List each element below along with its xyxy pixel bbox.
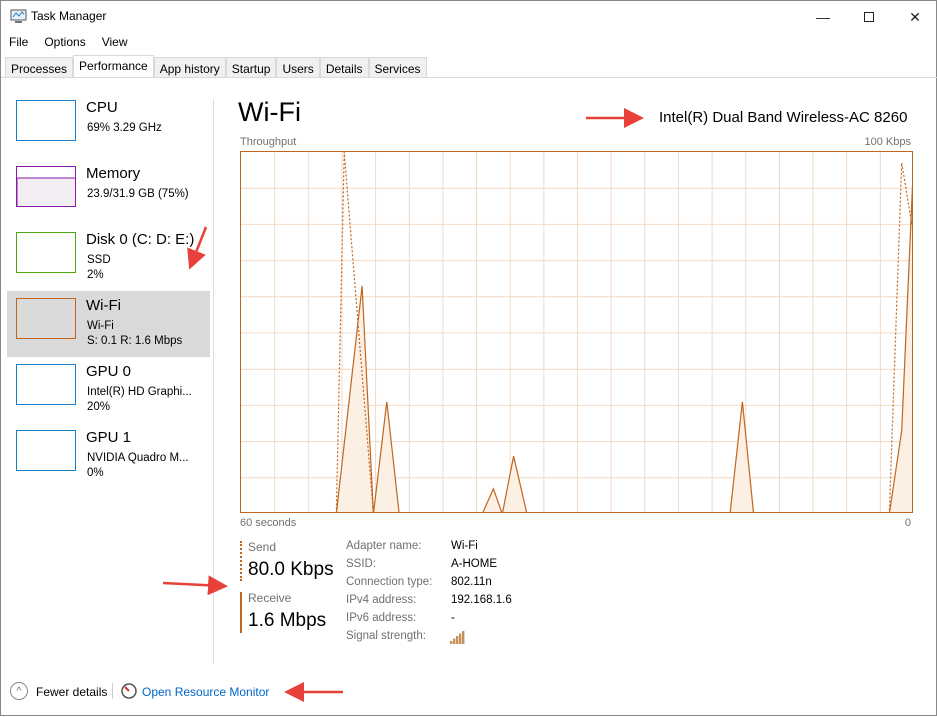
minimize-icon: — (816, 9, 830, 25)
minimize-button[interactable]: — (800, 1, 846, 33)
sidebar-item-name: Wi-Fi (86, 297, 121, 314)
sidebar-item-name: CPU (86, 99, 118, 116)
tab-performance[interactable]: Performance (73, 55, 154, 78)
menu-view[interactable]: View (94, 33, 136, 51)
receive-value: 1.6 Mbps (248, 610, 327, 631)
sidebar-item-detail: 0% (87, 467, 104, 479)
sidebar-item-name: GPU 1 (86, 429, 132, 446)
divider (1, 77, 937, 78)
divider (112, 683, 113, 699)
mini-graph (16, 166, 78, 209)
detail-value: 802.11n (451, 576, 492, 588)
adapter-name: Intel(R) Dual Band Wireless-AC 8260 (659, 109, 908, 126)
detail-label: Adapter name: (346, 540, 422, 552)
sidebar-item-memory[interactable]: Memory 23.9/31.9 GB (75%) (7, 159, 210, 225)
sidebar-item-detail: Intel(R) HD Graphi... (87, 386, 192, 398)
mini-graph (16, 364, 76, 405)
window-title: Task Manager (31, 9, 107, 23)
graph-max-label: 100 Kbps (864, 136, 911, 148)
sidebar-item-detail: NVIDIA Quadro M... (87, 452, 189, 464)
detail-value: - (451, 612, 455, 624)
resource-monitor-icon (121, 683, 137, 699)
sidebar-item-detail: S: 0.1 R: 1.6 Mbps (87, 335, 183, 347)
divider (213, 99, 214, 664)
sidebar-item-detail: 23.9/31.9 GB (75%) (87, 188, 189, 200)
mini-graph (16, 232, 76, 273)
sidebar-item-detail: 20% (87, 401, 111, 413)
maximize-icon (864, 12, 874, 22)
title-bar: Task Manager — ✕ (1, 1, 937, 33)
sidebar-item-detail: 2% (87, 269, 104, 281)
tab-bar: Processes Performance App history Startu… (5, 55, 427, 78)
mini-graph (16, 298, 76, 339)
maximize-button[interactable] (846, 1, 892, 33)
sidebar-item-cpu[interactable]: CPU 69% 3.29 GHz (7, 93, 210, 159)
page-title: Wi-Fi (238, 97, 301, 127)
menu-bar: File Options View (1, 33, 136, 51)
graph-label: Throughput (240, 136, 297, 148)
x-axis-right-label: 0 (904, 517, 911, 529)
tab-app-history[interactable]: App history (153, 57, 226, 78)
signal-strength-icon (450, 631, 465, 644)
send-label: Send (248, 540, 277, 554)
detail-label: SSID: (346, 558, 377, 570)
receive-label: Receive (248, 591, 292, 605)
sidebar-item-detail: Wi-Fi (87, 320, 114, 332)
footer: ^ Fewer details Open Resource Monitor (1, 677, 937, 707)
mini-graph (16, 430, 76, 471)
send-indicator (240, 541, 242, 581)
detail-label: IPv4 address: (346, 594, 417, 606)
fewer-details-button[interactable]: Fewer details (36, 685, 107, 699)
detail-value: Wi-Fi (451, 540, 478, 552)
sidebar-item-detail: 69% 3.29 GHz (87, 122, 162, 134)
sidebar-item-name: Memory (86, 165, 141, 182)
detail-value: A-HOME (451, 558, 497, 570)
annotation-arrow (162, 575, 228, 596)
sidebar-item-gpu[interactable]: GPU 0 Intel(R) HD Graphi... 20% (7, 357, 210, 423)
sidebar-item-wifi[interactable]: Wi-Fi Wi-Fi S: 0.1 R: 1.6 Mbps (7, 291, 210, 357)
close-button[interactable]: ✕ (892, 1, 937, 33)
detail-label: Signal strength: (346, 630, 426, 642)
x-axis-left-label: 60 seconds (240, 517, 297, 529)
sidebar-item-name: GPU 0 (86, 363, 132, 380)
sidebar-item-disk[interactable]: Disk 0 (C: D: E:) SSD 2% (7, 225, 210, 291)
tab-users[interactable]: Users (276, 57, 320, 78)
detail-label: IPv6 address: (346, 612, 417, 624)
chevron-up-icon[interactable]: ^ (10, 682, 28, 700)
task-manager-icon (10, 9, 27, 23)
menu-file[interactable]: File (1, 33, 36, 51)
open-resource-monitor-link[interactable]: Open Resource Monitor (142, 685, 269, 699)
tab-startup[interactable]: Startup (225, 57, 277, 78)
sidebar-item-gpu[interactable]: GPU 1 NVIDIA Quadro M... 0% (7, 423, 210, 489)
receive-indicator (240, 592, 242, 633)
sidebar-item-name: Disk 0 (C: D: E:) (86, 231, 195, 248)
close-icon: ✕ (909, 8, 921, 25)
detail-label: Connection type: (346, 576, 433, 588)
detail-value: 192.168.1.6 (451, 594, 512, 606)
tab-processes[interactable]: Processes (5, 57, 74, 78)
send-value: 80.0 Kbps (248, 559, 334, 580)
mini-graph (16, 100, 76, 141)
throughput-graph (240, 151, 913, 513)
menu-options[interactable]: Options (36, 33, 93, 51)
tab-details[interactable]: Details (319, 57, 369, 78)
tab-services[interactable]: Services (368, 57, 427, 78)
sidebar-item-detail: SSD (87, 254, 111, 266)
